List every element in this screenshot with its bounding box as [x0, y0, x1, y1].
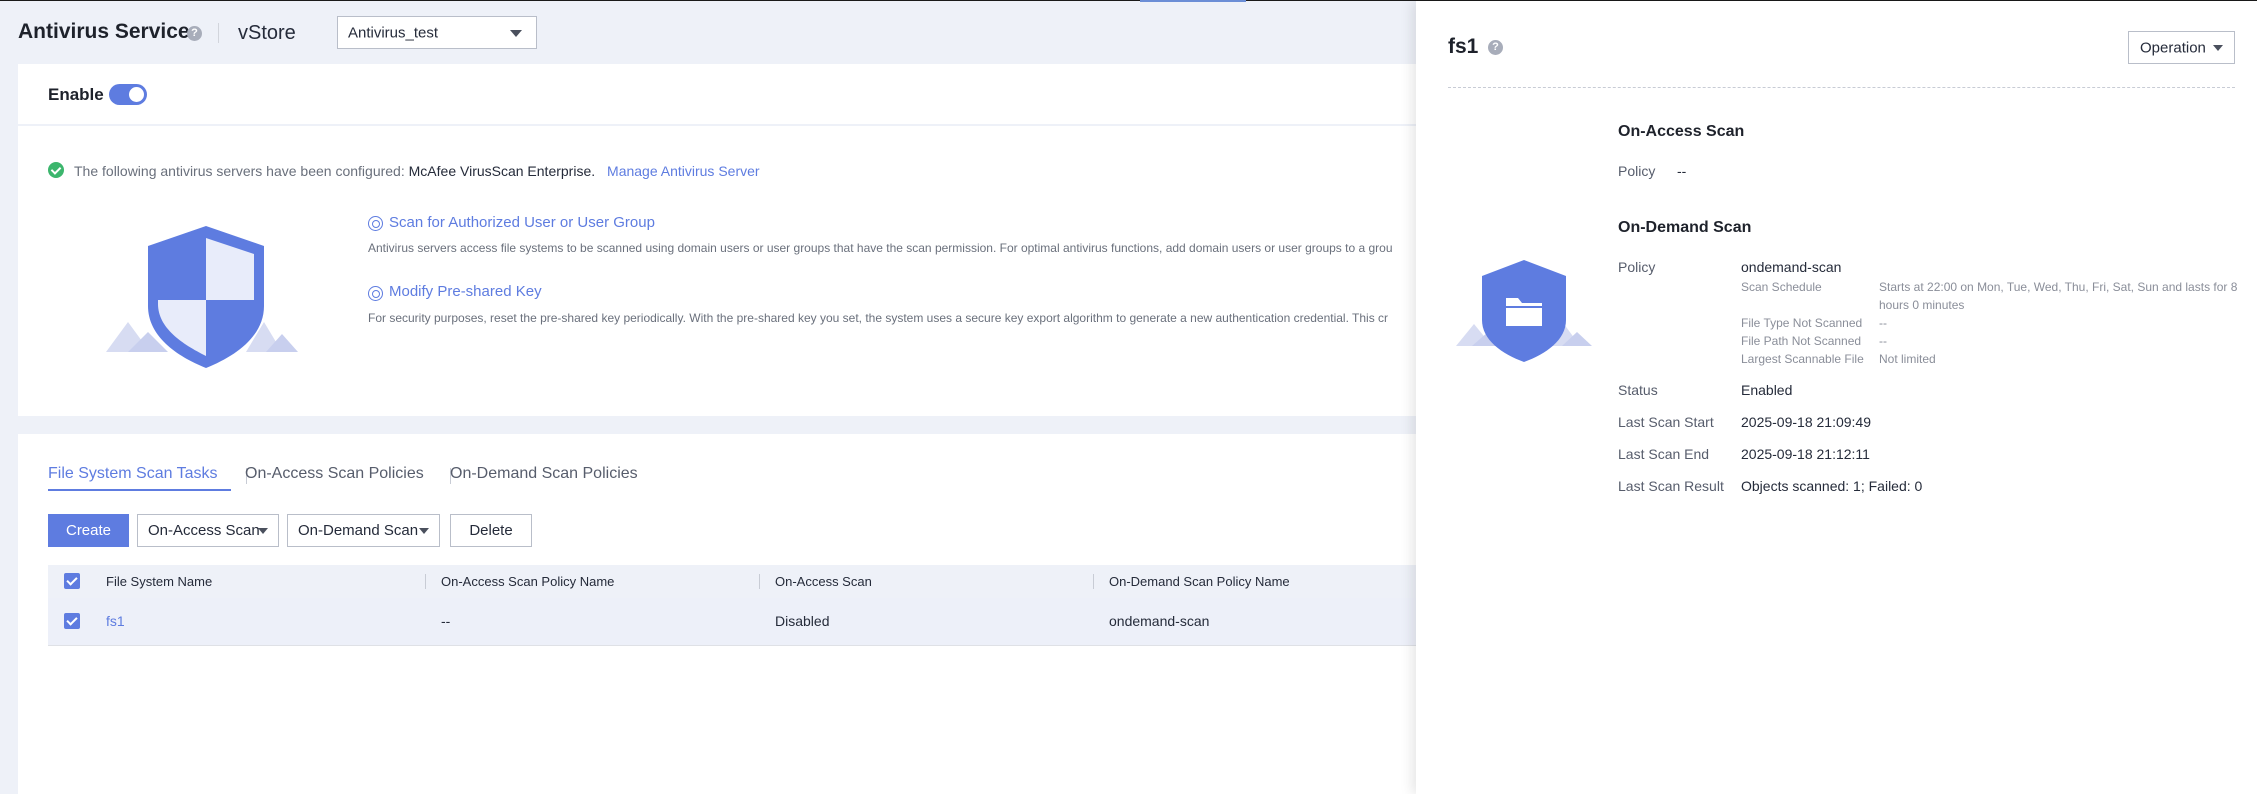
tab-on-access-scan-policies[interactable]: On-Access Scan Policies: [245, 465, 424, 483]
file-system-shield-illustration: [1456, 260, 1592, 362]
on-access-policy-key: Policy: [1618, 163, 1656, 179]
modify-preshared-key-link[interactable]: Modify Pre-shared Key: [389, 283, 542, 300]
preshared-key-icon: [368, 286, 383, 301]
servers-name: McAfee VirusScan Enterprise.: [408, 163, 596, 179]
largest-scannable-file-value: Not limited: [1879, 352, 1936, 366]
page-header: Antivirus Service ? vStore Antivirus_tes…: [0, 0, 1416, 64]
chevron-down-icon: [510, 29, 522, 37]
question-icon[interactable]: ?: [1488, 40, 1503, 55]
vstore-select[interactable]: Antivirus_test: [337, 16, 537, 49]
on-access-scan-dropdown[interactable]: On-Access Scan: [137, 514, 279, 547]
column-header: File System Name: [106, 574, 213, 589]
header-divider: [218, 23, 219, 43]
column-header: On-Access Scan Policy Name: [441, 574, 615, 589]
check-circle-icon: [48, 162, 64, 178]
scan-authorized-user-desc: Antivirus servers access file systems to…: [368, 241, 1393, 255]
toggle-knob: [129, 87, 144, 102]
on-demand-policy-cell: ondemand-scan: [1109, 613, 1210, 629]
column-header: On-Access Scan: [775, 574, 872, 589]
column-divider: [759, 574, 760, 589]
on-access-scan-label: On-Access Scan: [148, 522, 260, 539]
scan-authorized-icon: [368, 216, 383, 231]
scan-authorized-user-link[interactable]: Scan for Authorized User or User Group: [389, 214, 655, 231]
on-access-scan-cell: Disabled: [775, 613, 830, 629]
vstore-label: vStore: [238, 22, 296, 44]
delete-button[interactable]: Delete: [450, 514, 532, 547]
on-demand-scan-title: On-Demand Scan: [1618, 219, 1752, 236]
column-divider: [425, 574, 426, 589]
chevron-down-icon: [258, 527, 268, 534]
configured-servers-text: The following antivirus servers have bee…: [74, 163, 760, 179]
question-icon[interactable]: ?: [187, 26, 202, 41]
file-system-details-drawer: fs1 ? Operation On-Access Scan Policy --…: [1416, 1, 2257, 794]
scan-schedule-key: Scan Schedule: [1741, 280, 1822, 294]
enable-card: Enable: [18, 64, 1416, 124]
on-access-scan-title: On-Access Scan: [1618, 123, 1745, 140]
page-title: Antivirus Service: [18, 20, 190, 43]
file-type-not-scanned-key: File Type Not Scanned: [1741, 316, 1863, 330]
enable-label: Enable: [48, 85, 104, 104]
on-demand-policy-key: Policy: [1618, 259, 1656, 275]
select-all-checkbox[interactable]: [64, 573, 80, 589]
chevron-down-icon: [2213, 44, 2223, 51]
on-demand-scan-label: On-Demand Scan: [298, 522, 419, 539]
table-header: File System Name On-Access Scan Policy N…: [48, 565, 1416, 598]
last-scan-end-value: 2025-09-18 21:12:11: [1741, 446, 1870, 462]
tab-file-system-scan-tasks[interactable]: File System Scan Tasks: [48, 465, 218, 483]
last-scan-start-value: 2025-09-18 21:09:49: [1741, 414, 1871, 430]
vstore-select-value: Antivirus_test: [348, 24, 439, 41]
tab-on-demand-scan-policies[interactable]: On-Demand Scan Policies: [450, 465, 638, 483]
file-system-name-link[interactable]: fs1: [106, 613, 125, 629]
shield-illustration: [106, 226, 298, 368]
operation-label: Operation: [2140, 39, 2206, 56]
chevron-down-icon: [419, 527, 429, 534]
scan-tasks-card: File System Scan Tasks On-Access Scan Po…: [18, 434, 1416, 794]
file-path-not-scanned-key: File Path Not Scanned: [1741, 334, 1862, 348]
last-scan-end-key: Last Scan End: [1618, 446, 1710, 462]
largest-scannable-file-key: Largest Scannable File: [1741, 352, 1864, 366]
servers-prefix: The following antivirus servers have bee…: [74, 163, 405, 179]
drawer-title: fs1: [1448, 35, 1479, 58]
scan-schedule-value: Starts at 22:00 on Mon, Tue, Wed, Thu, F…: [1879, 280, 2238, 312]
on-access-policy-cell: --: [441, 613, 451, 629]
status-key: Status: [1618, 382, 1658, 398]
enable-toggle[interactable]: [109, 84, 147, 105]
last-scan-result-key: Last Scan Result: [1618, 478, 1724, 494]
antivirus-info-card: The following antivirus servers have bee…: [18, 126, 1416, 416]
status-value: Enabled: [1741, 382, 1793, 398]
column-header: On-Demand Scan Policy Name: [1109, 574, 1290, 589]
column-divider: [1093, 574, 1094, 589]
drawer-divider: [1448, 87, 2235, 88]
active-tab-indicator: [48, 489, 231, 491]
on-demand-policy-value: ondemand-scan: [1741, 259, 1842, 275]
modify-preshared-key-desc: For security purposes, reset the pre-sha…: [368, 311, 1389, 325]
create-button[interactable]: Create: [48, 514, 129, 547]
file-path-not-scanned-value: --: [1879, 334, 1887, 348]
last-scan-start-key: Last Scan Start: [1618, 414, 1714, 430]
on-access-policy-value: --: [1677, 163, 1687, 179]
row-checkbox[interactable]: [64, 613, 80, 629]
operation-dropdown[interactable]: Operation: [2128, 31, 2235, 64]
manage-antivirus-server-link[interactable]: Manage Antivirus Server: [607, 163, 760, 179]
on-demand-scan-dropdown[interactable]: On-Demand Scan: [287, 514, 440, 547]
table-row[interactable]: fs1 -- Disabled ondemand-scan: [48, 598, 1416, 646]
file-type-not-scanned-value: --: [1879, 316, 1887, 330]
last-scan-result-value: Objects scanned: 1; Failed: 0: [1741, 478, 1923, 494]
